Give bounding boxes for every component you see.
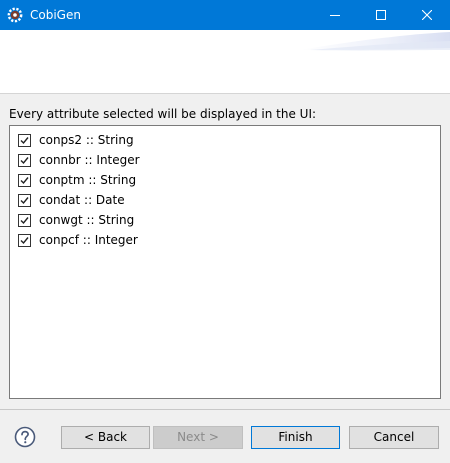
list-item[interactable]: conptm :: String bbox=[18, 172, 136, 188]
attribute-label: connbr :: Integer bbox=[39, 153, 140, 167]
check-icon bbox=[20, 136, 29, 144]
attribute-list[interactable]: conps2 :: String connbr :: Integer conpt… bbox=[9, 125, 441, 399]
check-icon bbox=[20, 156, 29, 164]
checkbox[interactable] bbox=[18, 213, 31, 227]
check-icon bbox=[20, 176, 29, 184]
minimize-button[interactable] bbox=[312, 0, 358, 30]
window-title: CobiGen bbox=[30, 8, 81, 22]
list-item[interactable]: conpcf :: Integer bbox=[18, 232, 138, 248]
close-button[interactable] bbox=[404, 0, 450, 30]
checkbox[interactable] bbox=[18, 233, 31, 247]
title-bar[interactable]: CobiGen bbox=[0, 0, 450, 30]
checkbox[interactable] bbox=[18, 193, 31, 207]
next-button[interactable]: Next > bbox=[153, 426, 243, 449]
attribute-label: conwgt :: String bbox=[39, 213, 135, 227]
gear-icon[interactable] bbox=[7, 7, 23, 23]
list-item[interactable]: connbr :: Integer bbox=[18, 152, 140, 168]
list-item[interactable]: conwgt :: String bbox=[18, 212, 134, 228]
check-icon bbox=[20, 236, 29, 244]
attribute-label: conpcf :: Integer bbox=[39, 233, 138, 247]
check-icon bbox=[20, 216, 29, 224]
checkbox[interactable] bbox=[18, 133, 31, 147]
finish-button[interactable]: Finish bbox=[251, 426, 340, 449]
list-item[interactable]: condat :: Date bbox=[18, 192, 125, 208]
attribute-label: conps2 :: String bbox=[39, 133, 134, 147]
checkbox[interactable] bbox=[18, 153, 31, 167]
description-label: Every attribute selected will be display… bbox=[9, 107, 317, 121]
back-button[interactable]: < Back bbox=[61, 426, 150, 449]
attribute-label: condat :: Date bbox=[39, 193, 125, 207]
checkbox[interactable] bbox=[18, 173, 31, 187]
banner-swoosh-graphic bbox=[300, 32, 450, 51]
attribute-label: conptm :: String bbox=[39, 173, 137, 187]
help-icon[interactable] bbox=[14, 426, 36, 448]
wizard-banner bbox=[0, 30, 450, 94]
maximize-button[interactable] bbox=[358, 0, 404, 30]
check-icon bbox=[20, 196, 29, 204]
footer-separator bbox=[0, 409, 450, 410]
list-item[interactable]: conps2 :: String bbox=[18, 132, 134, 148]
cancel-button[interactable]: Cancel bbox=[349, 426, 439, 449]
